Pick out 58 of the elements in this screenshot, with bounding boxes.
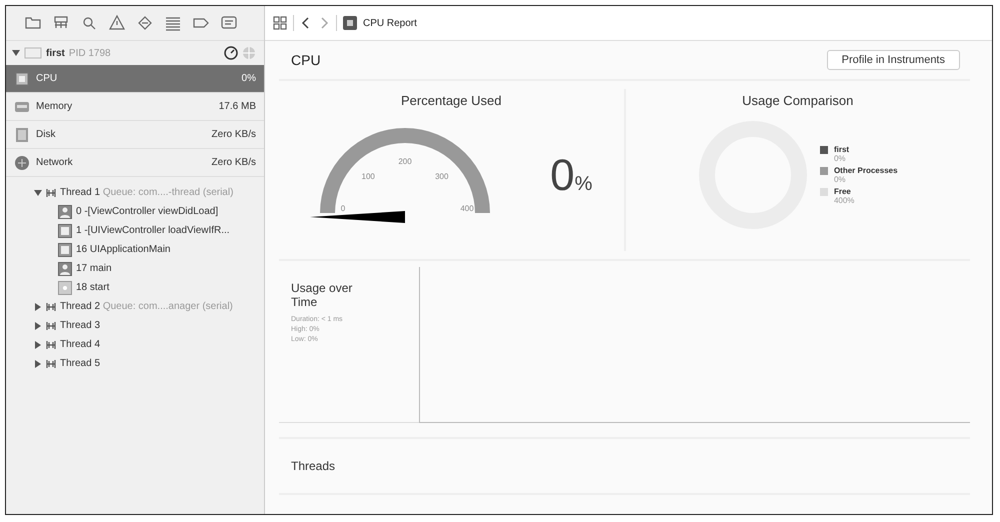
diamond-icon[interactable] bbox=[136, 14, 154, 32]
gauge-tick-label: 200 bbox=[398, 157, 412, 166]
section-title: Usage over Time bbox=[291, 281, 354, 309]
process-id: PID 1798 bbox=[68, 48, 111, 58]
thread-icon bbox=[46, 340, 56, 350]
breadcrumb-item[interactable]: CPU Report bbox=[363, 18, 417, 28]
legend-value: 0% bbox=[834, 175, 847, 184]
gauge-tick-label: 0 bbox=[340, 204, 346, 213]
process-name: first bbox=[46, 48, 65, 58]
percentage-value: 0% bbox=[550, 150, 592, 200]
gauge-item[interactable]: Network Zero KB/s bbox=[6, 149, 264, 177]
thread-icon bbox=[46, 358, 56, 368]
stack-frame[interactable]: 17 main bbox=[76, 263, 112, 274]
collapsed-triangle-icon[interactable] bbox=[34, 322, 42, 330]
legend-value: 0% bbox=[834, 154, 847, 163]
person-frame-icon bbox=[58, 204, 72, 218]
gauge-item[interactable]: CPU 0% bbox=[6, 65, 264, 93]
stack-frame[interactable]: 18 start bbox=[76, 282, 110, 293]
legend-label: first bbox=[834, 145, 850, 154]
chip-icon bbox=[14, 70, 30, 86]
start-frame-icon bbox=[58, 280, 72, 294]
person-frame-icon bbox=[58, 262, 72, 276]
thread-item[interactable]: Thread 5 bbox=[60, 358, 100, 369]
gauge-tick-label: 100 bbox=[362, 172, 375, 182]
report-title: CPU bbox=[291, 52, 321, 68]
expanded-triangle-icon[interactable] bbox=[12, 49, 20, 57]
gauge-tick-label: 300 bbox=[435, 172, 449, 182]
thread-item[interactable]: Thread 4 bbox=[60, 339, 100, 350]
frame-icon bbox=[58, 242, 72, 256]
warning-icon[interactable] bbox=[108, 14, 126, 32]
stack-frame[interactable]: 1 -[UIViewController loadViewIfR... bbox=[76, 225, 230, 236]
thread-icon bbox=[46, 302, 56, 312]
expanded-triangle-icon[interactable] bbox=[34, 188, 42, 196]
legend-label: Free bbox=[834, 187, 852, 196]
gauge-tick-label: 400 bbox=[460, 204, 474, 213]
legend-label: Other Processes bbox=[834, 166, 898, 175]
app-icon bbox=[24, 47, 42, 59]
thread-item[interactable]: Thread 3 bbox=[60, 320, 100, 331]
chip-icon bbox=[343, 16, 357, 30]
profile-button[interactable]: Profile in Instruments bbox=[826, 50, 960, 70]
stack-frame[interactable]: 16 UIApplicationMain bbox=[76, 244, 170, 255]
thread-icon bbox=[46, 320, 56, 330]
thread-item[interactable]: Thread 2 Queue: com....anager (serial) bbox=[60, 301, 233, 312]
gauge-icon[interactable] bbox=[224, 46, 238, 60]
legend-value: 400% bbox=[834, 196, 854, 205]
thread-item[interactable]: Thread 1 Queue: com....-thread (serial) bbox=[60, 187, 234, 198]
thread-icon bbox=[46, 188, 56, 198]
gauge-item[interactable]: Disk Zero KB/s bbox=[6, 121, 264, 149]
stack-frame[interactable]: 0 -[ViewController viewDidLoad] bbox=[76, 206, 218, 217]
gauge-item[interactable]: Memory 17.6 MB bbox=[6, 93, 264, 121]
section-title: Threads bbox=[291, 459, 336, 473]
section-title: Usage Comparison bbox=[742, 93, 854, 108]
collapsed-triangle-icon[interactable] bbox=[34, 360, 42, 368]
collapsed-triangle-icon[interactable] bbox=[34, 340, 42, 348]
section-title: Percentage Used bbox=[401, 93, 502, 108]
collapsed-triangle-icon[interactable] bbox=[34, 302, 42, 310]
frame-icon bbox=[58, 224, 72, 238]
grid-icon[interactable] bbox=[273, 16, 287, 30]
